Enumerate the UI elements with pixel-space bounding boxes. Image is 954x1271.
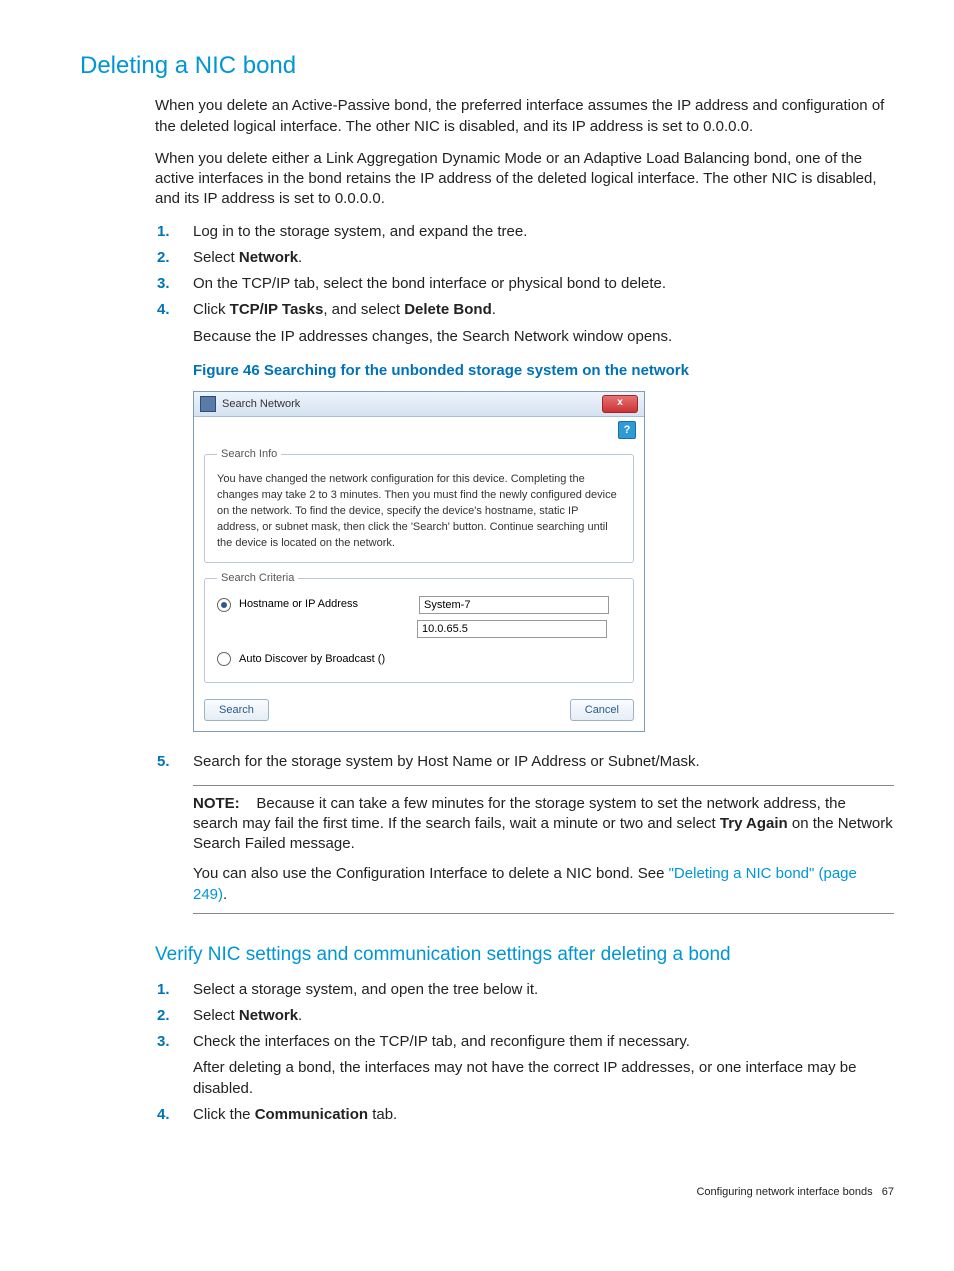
verify-step-1: Select a storage system, and open the tr… — [193, 980, 894, 1000]
verify-step-4-pre: Click the — [193, 1106, 255, 1123]
figure-caption: Figure 46 Searching for the unbonded sto… — [193, 361, 894, 381]
footer-text: Configuring network interface bonds — [696, 1186, 872, 1198]
close-button[interactable]: x — [602, 395, 638, 413]
procedure-delete-bond: Log in to the storage system, and expand… — [155, 222, 894, 773]
verify-step-4-post: tab. — [368, 1106, 397, 1123]
search-info-legend: Search Info — [217, 447, 281, 462]
verify-step-3: Check the interfaces on the TCP/IP tab, … — [193, 1032, 894, 1099]
verify-step-3-text: Check the interfaces on the TCP/IP tab, … — [193, 1033, 690, 1050]
search-criteria-group: Search Criteria Hostname or IP Address A… — [204, 571, 634, 684]
note-text-1-bold: Try Again — [720, 815, 788, 832]
search-info-group: Search Info You have changed the network… — [204, 447, 634, 563]
step-2-pre: Select — [193, 249, 239, 266]
radio-hostname-icon[interactable] — [217, 598, 231, 612]
step-2: Select Network. — [193, 248, 894, 268]
step-5: Search for the storage system by Host Na… — [193, 752, 894, 772]
verify-step-3-sub: After deleting a bond, the interfaces ma… — [193, 1058, 894, 1099]
dialog-titlebar: Search Network x — [194, 392, 644, 417]
dialog-title: Search Network — [222, 397, 602, 412]
hostname-input[interactable] — [419, 596, 609, 614]
verify-step-4: Click the Communication tab. — [193, 1105, 894, 1125]
step-4-pre: Click — [193, 301, 230, 318]
search-network-dialog: Search Network x ? Search Info You have … — [193, 391, 645, 732]
dialog-toolbar: ? — [194, 417, 644, 439]
radio-broadcast-label: Auto Discover by Broadcast () — [239, 652, 621, 667]
heading-verify-nic: Verify NIC settings and communication se… — [155, 942, 894, 968]
verify-step-2-pre: Select — [193, 1007, 239, 1024]
step-2-bold: Network — [239, 249, 298, 266]
intro-paragraph-1: When you delete an Active-Passive bond, … — [155, 96, 894, 137]
broadcast-radio-row[interactable]: Auto Discover by Broadcast () — [217, 652, 621, 667]
note-box: NOTE: Because it can take a few minutes … — [193, 785, 894, 914]
dialog-button-row: Search Cancel — [194, 691, 644, 731]
verify-step-2: Select Network. — [193, 1006, 894, 1026]
note-text-2-pre: You can also use the Configuration Inter… — [193, 865, 669, 882]
note-label: NOTE: — [193, 795, 240, 812]
step-3: On the TCP/IP tab, select the bond inter… — [193, 274, 894, 294]
step-4-sub: Because the IP addresses changes, the Se… — [193, 327, 894, 347]
procedure-verify-nic: Select a storage system, and open the tr… — [155, 980, 894, 1126]
intro-paragraph-2: When you delete either a Link Aggregatio… — [155, 149, 894, 210]
step-4: Click TCP/IP Tasks, and select Delete Bo… — [193, 300, 894, 732]
app-icon — [200, 396, 216, 412]
step-4-bold-2: Delete Bond — [404, 301, 492, 318]
help-icon[interactable]: ? — [618, 421, 636, 439]
radio-broadcast-icon[interactable] — [217, 652, 231, 666]
footer-page: 67 — [882, 1186, 894, 1198]
ip-input[interactable] — [417, 620, 607, 638]
cancel-button[interactable]: Cancel — [570, 699, 634, 721]
heading-deleting-nic-bond: Deleting a NIC bond — [80, 50, 894, 82]
radio-hostname-label: Hostname or IP Address — [239, 597, 419, 612]
page-footer: Configuring network interface bonds 67 — [80, 1185, 894, 1200]
step-4-mid: , and select — [323, 301, 404, 318]
step-4-post: . — [492, 301, 496, 318]
note-text-2-post: . — [223, 886, 227, 903]
verify-step-4-bold: Communication — [255, 1106, 368, 1123]
search-info-text: You have changed the network configurati… — [217, 472, 621, 552]
verify-step-2-post: . — [298, 1007, 302, 1024]
step-4-bold-1: TCP/IP Tasks — [230, 301, 324, 318]
step-1: Log in to the storage system, and expand… — [193, 222, 894, 242]
search-button[interactable]: Search — [204, 699, 269, 721]
step-2-post: . — [298, 249, 302, 266]
hostname-radio-row[interactable]: Hostname or IP Address — [217, 596, 621, 614]
search-criteria-legend: Search Criteria — [217, 571, 298, 586]
verify-step-2-bold: Network — [239, 1007, 298, 1024]
